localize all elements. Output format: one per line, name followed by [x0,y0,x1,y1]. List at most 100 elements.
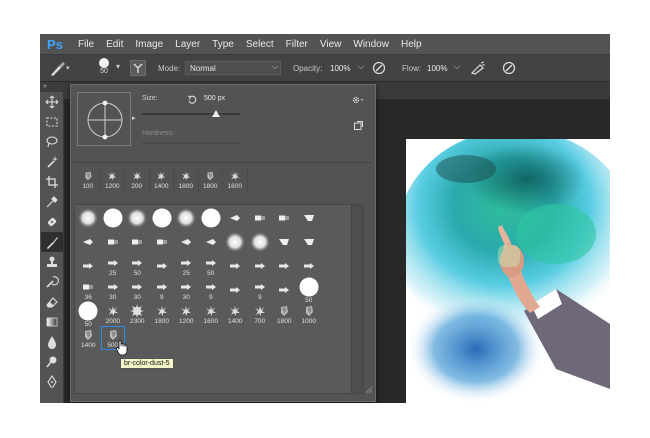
brush-preset[interactable] [76,206,101,230]
brush-preset[interactable] [199,206,224,230]
flow-value[interactable]: 100% [427,64,447,73]
brush-preset[interactable] [248,206,273,230]
recent-brush-item[interactable]: 100 [76,168,101,194]
preview-expand-arrow-icon[interactable]: ▸ [132,114,136,122]
brush-preset[interactable]: 1400 [76,326,101,350]
menu-edit[interactable]: Edit [106,39,123,50]
document-canvas[interactable] [406,139,610,403]
grid-scrollbar[interactable] [351,205,363,393]
brush-preset[interactable]: 700 [248,302,273,326]
brush-preset[interactable] [272,254,297,278]
airbrush-icon[interactable] [470,61,486,80]
brush-preset[interactable]: 30 [174,278,199,302]
brush-preset[interactable] [248,254,273,278]
brush-preset[interactable] [272,230,297,254]
brush-size-preview[interactable]: 50 [95,58,113,80]
brush-preset[interactable]: 9 [150,278,175,302]
new-preset-icon[interactable] [353,118,363,136]
brush-preset[interactable] [223,254,248,278]
brush-preset[interactable]: 1400 [223,302,248,326]
brush-preset[interactable]: 1800 [272,302,297,326]
reset-size-icon[interactable] [187,92,197,110]
size-value[interactable]: 500 px [204,95,225,102]
brush-preset[interactable] [174,206,199,230]
menu-view[interactable]: View [320,39,342,50]
pressure-size-icon[interactable] [502,61,516,80]
brush-preset[interactable]: 1800 [150,302,175,326]
size-slider[interactable] [142,110,240,120]
brush-preset[interactable]: 25 [174,254,199,278]
brush-preset[interactable] [297,206,322,230]
brush-preset[interactable] [223,206,248,230]
crop-tool-icon[interactable] [41,172,63,192]
brush-preset[interactable] [125,206,150,230]
move-tool-icon[interactable] [41,92,63,112]
mode-chevron-icon[interactable]: ⌵ [272,62,278,72]
recent-brush-item[interactable]: 1600 [223,168,248,194]
brush-preset[interactable]: 2300 [125,302,150,326]
brush-preset[interactable] [248,230,273,254]
menu-filter[interactable]: Filter [286,39,308,50]
mode-select[interactable]: Normal [185,61,281,75]
brush-preset[interactable] [223,230,248,254]
brush-preset[interactable] [272,278,297,302]
menu-file[interactable]: File [78,39,94,50]
recent-brush-item[interactable]: 1800 [174,168,199,194]
menu-image[interactable]: Image [135,39,163,50]
brush-preset[interactable] [199,230,224,254]
clone-stamp-tool-icon[interactable] [41,252,63,272]
brush-preset[interactable]: 30 [125,278,150,302]
brush-preset[interactable] [150,254,175,278]
brush-preset[interactable] [76,254,101,278]
brush-preset[interactable]: 1000 [297,302,322,326]
brush-preset[interactable] [101,230,126,254]
brush-preset[interactable] [150,230,175,254]
brush-tool-preset-icon[interactable]: ▾ [48,61,74,77]
recent-brush-item[interactable]: 200 [125,168,150,194]
brush-preset[interactable] [297,254,322,278]
menu-help[interactable]: Help [401,39,422,50]
brush-preset[interactable]: 50 [76,301,101,328]
pressure-opacity-icon[interactable] [372,61,386,80]
brush-picker-chevron-icon[interactable]: ▾ [116,62,120,71]
brush-preset[interactable]: 2000 [101,302,126,326]
menu-type[interactable]: Type [212,39,234,50]
opacity-chevron-icon[interactable]: ⌵ [358,62,364,72]
blur-tool-icon[interactable] [41,332,63,352]
brush-preset[interactable] [101,206,126,230]
healing-brush-tool-icon[interactable] [41,212,63,232]
eraser-tool-icon[interactable] [41,292,63,312]
marquee-tool-icon[interactable] [41,112,63,132]
history-brush-tool-icon[interactable] [41,272,63,292]
quick-selection-tool-icon[interactable] [41,152,63,172]
brush-preset[interactable] [150,206,175,230]
eyedropper-tool-icon[interactable] [41,192,63,212]
brush-preset[interactable] [297,230,322,254]
recent-brush-item[interactable]: 1200 [101,168,125,194]
flow-chevron-icon[interactable]: ⌵ [454,62,460,72]
brush-preset[interactable]: 50 [199,254,224,278]
pen-tool-icon[interactable] [41,372,63,392]
resize-grip-icon[interactable] [365,381,373,399]
brush-preset[interactable] [272,206,297,230]
brush-preset[interactable]: 50 [297,277,322,304]
menu-layer[interactable]: Layer [175,39,200,50]
gradient-tool-icon[interactable] [41,312,63,332]
recent-brush-item[interactable]: 1400 [150,168,174,194]
brush-preset[interactable]: 25 [101,254,126,278]
brush-preset[interactable]: 1600 [199,302,224,326]
brush-preset[interactable] [125,230,150,254]
brush-preset[interactable]: 9 [248,278,273,302]
brush-preset[interactable]: 1200 [174,302,199,326]
size-slider-thumb[interactable] [212,110,221,117]
brush-preset[interactable] [223,278,248,302]
menu-window[interactable]: Window [353,39,389,50]
recent-brush-item[interactable]: 1800 [199,168,223,194]
brush-tool-icon[interactable] [41,232,63,252]
menu-select[interactable]: Select [246,39,274,50]
brush-panel-toggle-icon[interactable] [130,60,146,76]
dodge-tool-icon[interactable] [41,352,63,372]
brush-preset[interactable] [174,230,199,254]
brush-preset[interactable]: 9 [199,278,224,302]
brush-preset[interactable] [76,230,101,254]
